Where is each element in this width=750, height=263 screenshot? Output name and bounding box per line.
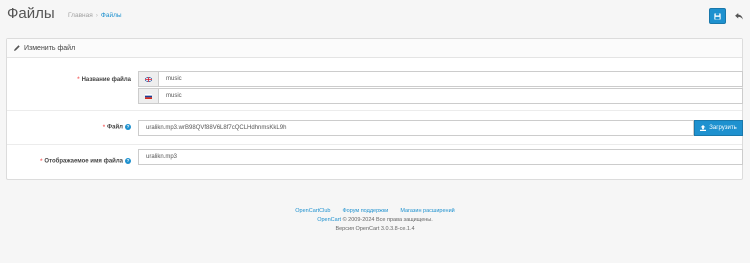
- upload-button[interactable]: Загрузить: [694, 120, 743, 136]
- mask-label: * Отображаемое имя файла?: [40, 158, 131, 165]
- breadcrumb-home[interactable]: Главная: [68, 12, 93, 19]
- header-buttons: [709, 8, 747, 24]
- footer-link-opencartclub[interactable]: OpenCartClub: [295, 208, 330, 214]
- en-gb-flag-icon: [145, 76, 152, 82]
- footer: OpenCartClub Форум поддержки Магазин рас…: [0, 208, 750, 232]
- pencil-icon: [14, 45, 20, 51]
- footer-link-opencart[interactable]: OpenCart: [317, 217, 341, 223]
- upload-icon: [700, 125, 707, 131]
- page-header: Файлы Главная › Файлы: [0, 0, 750, 34]
- edit-file-panel: Изменить файл * Название файла music mus…: [6, 38, 743, 180]
- language-addon: [138, 71, 158, 87]
- form-row-name: * Название файла music music: [7, 58, 743, 110]
- footer-version: Версия OpenCart 3.0.3.8-ce.1.4: [335, 226, 415, 232]
- footer-link-support-forum[interactable]: Форум поддержки: [342, 208, 388, 214]
- copyright-text: © 2009-2024 Все права защищены.: [342, 217, 433, 223]
- upload-label: Загрузить: [709, 125, 737, 131]
- back-button[interactable]: [730, 8, 747, 24]
- footer-link-extension-store[interactable]: Магазин расширений: [400, 208, 454, 214]
- panel-heading-title: Изменить файл: [24, 44, 76, 52]
- ru-flag-icon: [145, 93, 152, 99]
- breadcrumb-separator: ›: [95, 12, 98, 19]
- name-input-ru[interactable]: music: [158, 88, 743, 104]
- help-icon[interactable]: ?: [125, 124, 131, 130]
- help-icon[interactable]: ?: [125, 158, 131, 164]
- file-input[interactable]: uralikn.mp3.wrB98QVf88V6L8f7cQCLHdhnmsKk…: [138, 120, 694, 136]
- floppy-disk-icon: [714, 12, 721, 20]
- mask-input[interactable]: uralikn.mp3: [138, 149, 743, 165]
- reply-icon: [734, 12, 743, 20]
- language-addon: [138, 88, 158, 104]
- page-title: Файлы: [7, 5, 55, 22]
- panel-heading: Изменить файл: [7, 39, 742, 58]
- breadcrumb-current[interactable]: Файлы: [101, 12, 122, 19]
- name-label: * Название файла: [77, 77, 131, 83]
- footer-copyright: OpenCart © 2009-2024 Все права защищены.: [0, 217, 750, 223]
- name-input-group-en: music: [138, 71, 743, 87]
- name-input-en[interactable]: music: [158, 71, 743, 87]
- save-button[interactable]: [709, 8, 726, 24]
- form-row-file: * Файл? uralikn.mp3.wrB98QVf88V6L8f7cQCLH…: [7, 111, 743, 144]
- file-label: * Файл?: [102, 124, 131, 131]
- form-row-mask: * Отображаемое имя файла? uralikn.mp3: [7, 145, 743, 179]
- footer-links: OpenCartClub Форум поддержки Магазин рас…: [0, 208, 750, 214]
- name-input-group-ru: music: [138, 88, 743, 104]
- breadcrumb: Главная › Файлы: [68, 12, 122, 19]
